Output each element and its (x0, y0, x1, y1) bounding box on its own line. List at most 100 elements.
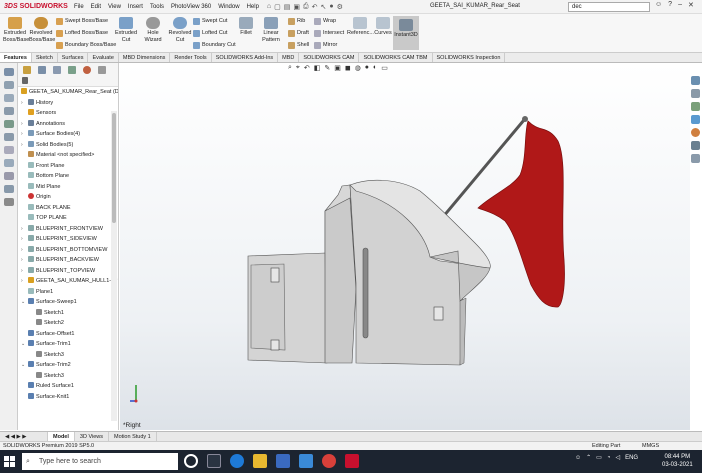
chevron-up-icon[interactable]: ⌃ (586, 454, 591, 461)
network-icon[interactable]: ◔ (607, 455, 611, 461)
revolved-cut-button[interactable]: Revolved Cut (168, 17, 192, 44)
display-style-menu-icon[interactable]: ◼ (345, 64, 351, 72)
curves-button[interactable]: Curves (374, 17, 392, 37)
menu-view[interactable]: View (108, 4, 121, 10)
tab-motion-study[interactable]: Motion Study 1 (109, 432, 157, 441)
design-library-icon[interactable] (691, 89, 700, 98)
tree-item-sketch3b[interactable]: Sketch3 (18, 371, 118, 382)
tab-model[interactable]: Model (48, 432, 75, 441)
start-button[interactable] (4, 456, 15, 467)
tree-item-surface-knit1[interactable]: Surface-Knit1 (18, 392, 118, 403)
tree-arrow-icon[interactable] (98, 66, 106, 74)
tree-item-blueprint-back[interactable]: › BLUEPRINT_BACKVIEW (18, 255, 118, 266)
tab-cam[interactable]: SOLIDWORKS CAM (299, 53, 360, 62)
open-icon[interactable]: ▤ (284, 3, 291, 11)
tree-item-front-plane[interactable]: Front Plane (18, 161, 118, 172)
cortana-icon[interactable] (184, 454, 198, 468)
reference-geometry-button[interactable]: Referenc... (347, 17, 374, 37)
volume-icon[interactable]: ◁ (615, 454, 620, 461)
wrap-button[interactable]: Wrap (314, 16, 336, 26)
tree-item-ruled-surface1[interactable]: Ruled Surface1 (18, 381, 118, 392)
rotate-icon[interactable] (3, 159, 14, 167)
search-input[interactable]: dec (568, 2, 650, 12)
tree-item-blueprint-bottom[interactable]: › BLUEPRINT_BOTTOMVIEW (18, 245, 118, 256)
undo-icon[interactable]: ↶ (312, 3, 318, 11)
instant3d-button[interactable]: Instant3D (393, 16, 419, 50)
file-explorer-icon[interactable] (691, 102, 700, 111)
dynamic-annotation-icon[interactable]: ✎ (324, 64, 330, 72)
tab-navigation-arrows[interactable]: ◀ ◀ ▶ ▶ (0, 432, 48, 441)
tab-sketch[interactable]: Sketch (32, 53, 58, 62)
menu-window[interactable]: Window (218, 4, 239, 10)
tree-item-material[interactable]: Material <not specified> (18, 150, 118, 161)
chrome-icon[interactable] (322, 454, 336, 468)
tree-item-annotations[interactable]: › Annotations (18, 119, 118, 130)
view-palette-icon[interactable] (691, 115, 700, 124)
tree-item-sketch3[interactable]: Sketch3 (18, 350, 118, 361)
edge-icon[interactable] (230, 454, 244, 468)
tab-inspection[interactable]: SOLIDWORKS Inspection (433, 53, 506, 62)
tree-item-history[interactable]: › History (18, 98, 118, 109)
taskbar-search-input[interactable]: Type here to search (22, 453, 178, 470)
swept-boss-button[interactable]: Swept Boss/Base (56, 16, 108, 26)
mail-icon[interactable] (299, 454, 313, 468)
lofted-boss-button[interactable]: Lofted Boss/Base (56, 28, 108, 38)
tree-item-mid-plane[interactable]: Mid Plane (18, 182, 118, 193)
tree-item-blueprint-top[interactable]: › BLUEPRINT_TOPVIEW (18, 266, 118, 277)
tree-item-blueprint-front[interactable]: › BLUEPRINT_FRONTVIEW (18, 224, 118, 235)
zoom-icon[interactable] (3, 146, 14, 154)
help-icon[interactable]: ? (668, 1, 672, 9)
battery-icon[interactable]: ▭ (596, 454, 602, 461)
extruded-cut-button[interactable]: Extruded Cut (114, 17, 138, 44)
filter-icon[interactable] (22, 77, 28, 84)
new-icon[interactable]: ▢ (274, 3, 281, 11)
file-explorer-app-icon[interactable] (253, 454, 267, 468)
tree-item-solid-bodies[interactable]: › Solid Bodies(5) (18, 140, 118, 151)
display-manager-icon[interactable] (83, 66, 91, 74)
sketch-tool-icon[interactable] (3, 185, 14, 193)
tree-item-hull[interactable]: › GEETA_SAI_KUMAR_HULL1->? (18, 276, 118, 287)
menu-help[interactable]: Help (247, 4, 259, 10)
swept-cut-button[interactable]: Swept Cut (193, 16, 227, 26)
language-indicator[interactable]: ENG (625, 455, 638, 461)
tree-item-sensors[interactable]: Sensors (18, 108, 118, 119)
taskbar-clock[interactable]: 08:44 PM 03-03-2021 (662, 453, 693, 469)
menu-tools[interactable]: Tools (150, 4, 164, 10)
flag[interactable] (477, 120, 565, 308)
rebuild-icon[interactable]: ● (329, 3, 333, 11)
tree-item-top-plane[interactable]: TOP PLANE (18, 213, 118, 224)
menu-insert[interactable]: Insert (128, 4, 143, 10)
tree-item-surface-trim2[interactable]: ⌄ Surface-Trim2 (18, 360, 118, 371)
menu-edit[interactable]: Edit (91, 4, 101, 10)
fillet-button[interactable]: Fillet (238, 17, 254, 37)
boundary-boss-button[interactable]: Boundary Boss/Base (56, 40, 116, 50)
seat-model[interactable] (247, 179, 491, 366)
tab-evaluate[interactable]: Evaluate (88, 53, 119, 62)
home-icon[interactable]: ⌂ (267, 3, 271, 11)
edit-appearance-icon[interactable]: ● (365, 64, 369, 72)
tab-surfaces[interactable]: Surfaces (58, 53, 89, 62)
view-orientation-icon[interactable] (3, 68, 14, 76)
scene-icon[interactable] (3, 133, 14, 141)
mirror-button[interactable]: Mirror (314, 40, 337, 50)
menu-file[interactable]: File (74, 4, 84, 10)
previous-view-icon[interactable]: ↶ (304, 64, 310, 72)
tree-item-surface-bodies[interactable]: › Surface Bodies(4) (18, 129, 118, 140)
tree-item-back-plane[interactable]: BACK PLANE (18, 203, 118, 214)
dimxpert-icon[interactable] (68, 66, 76, 74)
user-tray-icon[interactable]: ☺ (575, 455, 581, 461)
select-icon[interactable]: ↖ (321, 3, 327, 11)
user-icon[interactable]: ☺ (655, 1, 662, 9)
display-style-icon[interactable] (3, 94, 14, 102)
rib-button[interactable]: Rib (288, 16, 305, 26)
hide-show-menu-icon[interactable]: ◍ (355, 64, 361, 72)
tab-cam-tbm[interactable]: SOLIDWORKS CAM TBM (359, 53, 433, 62)
tree-root[interactable]: GEETA_SAI_KUMAR_Rear_Seat (D (18, 87, 118, 98)
shell-button[interactable]: Shell (288, 40, 309, 50)
solidworks-logo[interactable]: 3DS SOLIDWORKS (4, 3, 68, 10)
appearance-icon[interactable] (3, 120, 14, 128)
linear-pattern-button[interactable]: Linear Pattern (256, 17, 286, 44)
scrollbar-thumb[interactable] (112, 113, 116, 223)
section-icon[interactable]: ◧ (314, 64, 321, 72)
lofted-cut-button[interactable]: Lofted Cut (193, 28, 227, 38)
